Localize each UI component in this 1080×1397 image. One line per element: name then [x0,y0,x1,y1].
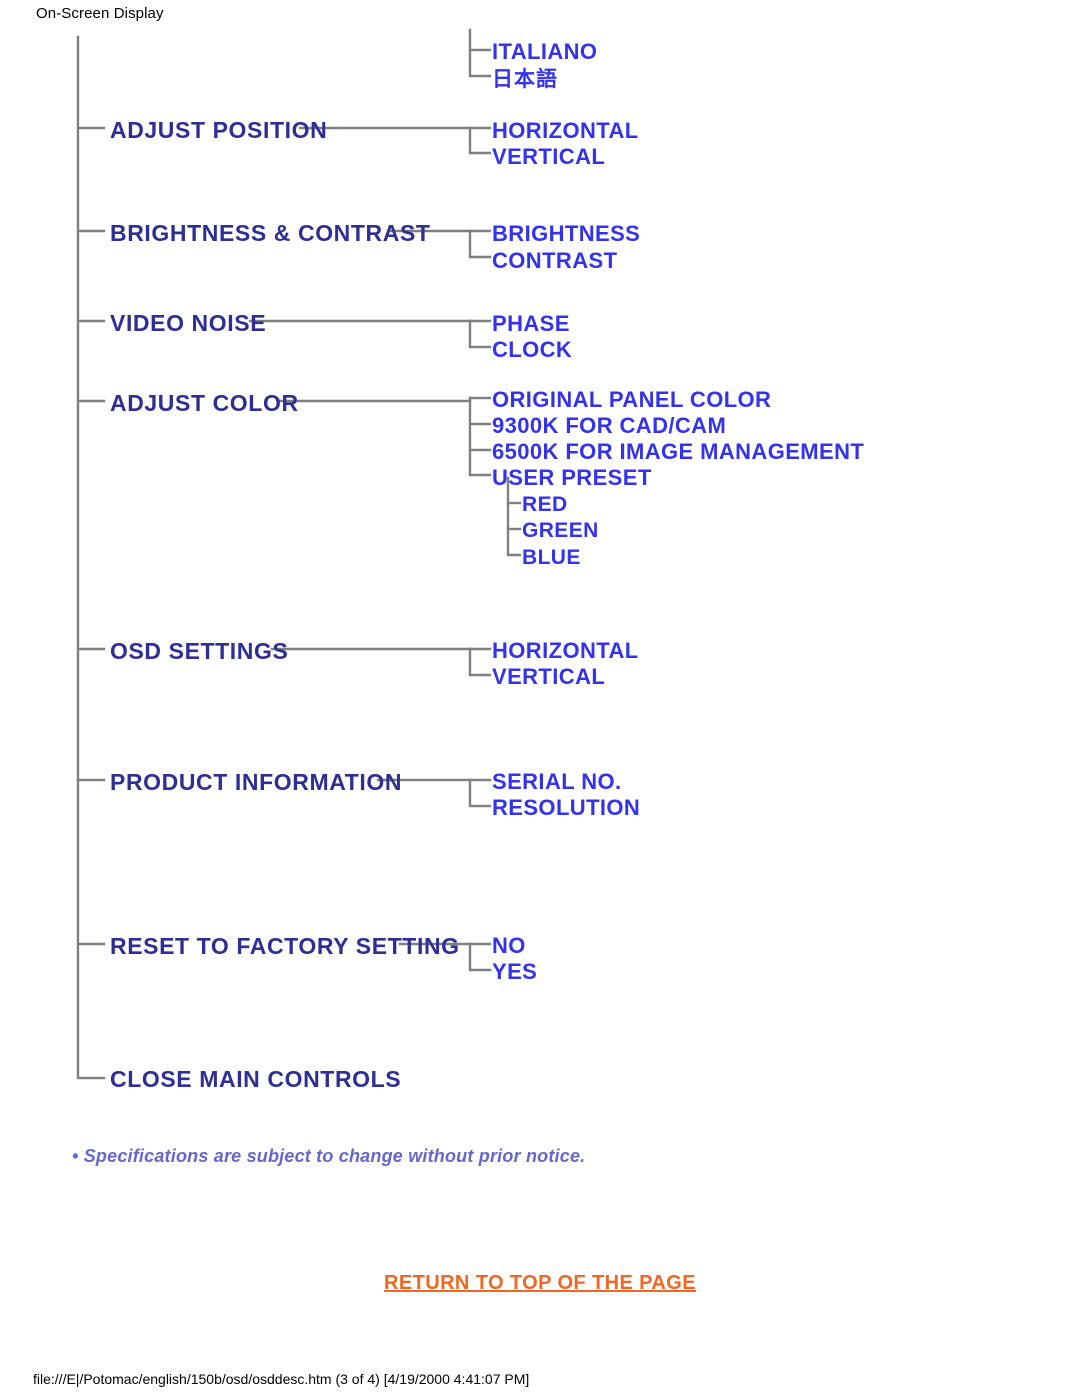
menu-item-product-information[interactable]: PRODUCT INFORMATION [110,771,402,794]
submenu-item-contrast[interactable]: CONTRAST [492,250,617,272]
menu-item-adjust-color[interactable]: ADJUST COLOR [110,392,299,415]
adjust-position-spine [468,126,492,155]
language-branch-spine [468,28,492,78]
submenu-item-original-panel-color[interactable]: ORIGINAL PANEL COLOR [492,389,771,411]
menu-item-video-noise[interactable]: VIDEO NOISE [110,312,266,335]
submenu-item-italiano[interactable]: ITALIANO [492,41,597,63]
submenu-item-serial-no[interactable]: SERIAL NO. [492,771,622,793]
submenu-item-brightness[interactable]: BRIGHTNESS [492,223,640,245]
product-information-spine [468,778,492,808]
submenu-item-9300k-for-cad-cam[interactable]: 9300K FOR CAD/CAM [492,415,726,437]
tree-connector-lines [76,28,522,1080]
submenu-item-resolution[interactable]: RESOLUTION [492,797,640,819]
submenu-item-green[interactable]: GREEN [522,520,599,541]
menu-item-adjust-position[interactable]: ADJUST POSITION [110,119,327,142]
return-link-container: RETURN TO TOP OF THE PAGE [0,1272,1080,1295]
submenu-item-clock[interactable]: CLOCK [492,339,572,361]
specifications-footnote: • Specifications are subject to change w… [72,1146,586,1166]
menu-item-reset-to-factory-setting[interactable]: RESET TO FACTORY SETTING [110,935,460,958]
page-title: On-Screen Display [36,5,164,22]
submenu-item-position-horizontal[interactable]: HORIZONTAL [492,120,639,142]
brightness-contrast-spine [468,229,492,259]
reset-factory-spine [468,942,492,972]
submenu-item-blue[interactable]: BLUE [522,547,581,568]
osd-settings-spine [468,647,492,677]
video-noise-spine [468,319,492,349]
footer-file-path: file:///E|/Potomac/english/150b/osd/osdd… [33,1371,530,1387]
submenu-item-position-vertical[interactable]: VERTICAL [492,146,605,168]
trunk-line [76,35,106,1080]
submenu-item-no[interactable]: NO [492,935,526,957]
submenu-item-phase[interactable]: PHASE [492,313,570,335]
submenu-item-user-preset[interactable]: USER PRESET [492,467,652,489]
menu-item-osd-settings[interactable]: OSD SETTINGS [110,640,288,663]
return-to-top-link[interactable]: RETURN TO TOP OF THE PAGE [384,1272,696,1294]
submenu-item-osd-horizontal[interactable]: HORIZONTAL [492,640,639,662]
osd-menu-tree-page: On-Screen Display ADJUST POSITION BRIGHT… [0,0,1080,1397]
submenu-item-japanese[interactable]: 日本語 [492,69,558,90]
submenu-item-osd-vertical[interactable]: VERTICAL [492,666,605,688]
submenu-item-yes[interactable]: YES [492,961,537,983]
adjust-color-spine [468,396,492,477]
submenu-item-6500k-for-image-management[interactable]: 6500K FOR IMAGE MANAGEMENT [492,441,864,463]
menu-item-brightness-and-contrast[interactable]: BRIGHTNESS & CONTRAST [110,222,431,245]
submenu-item-red[interactable]: RED [522,494,568,515]
menu-item-close-main-controls[interactable]: CLOSE MAIN CONTROLS [110,1068,401,1091]
